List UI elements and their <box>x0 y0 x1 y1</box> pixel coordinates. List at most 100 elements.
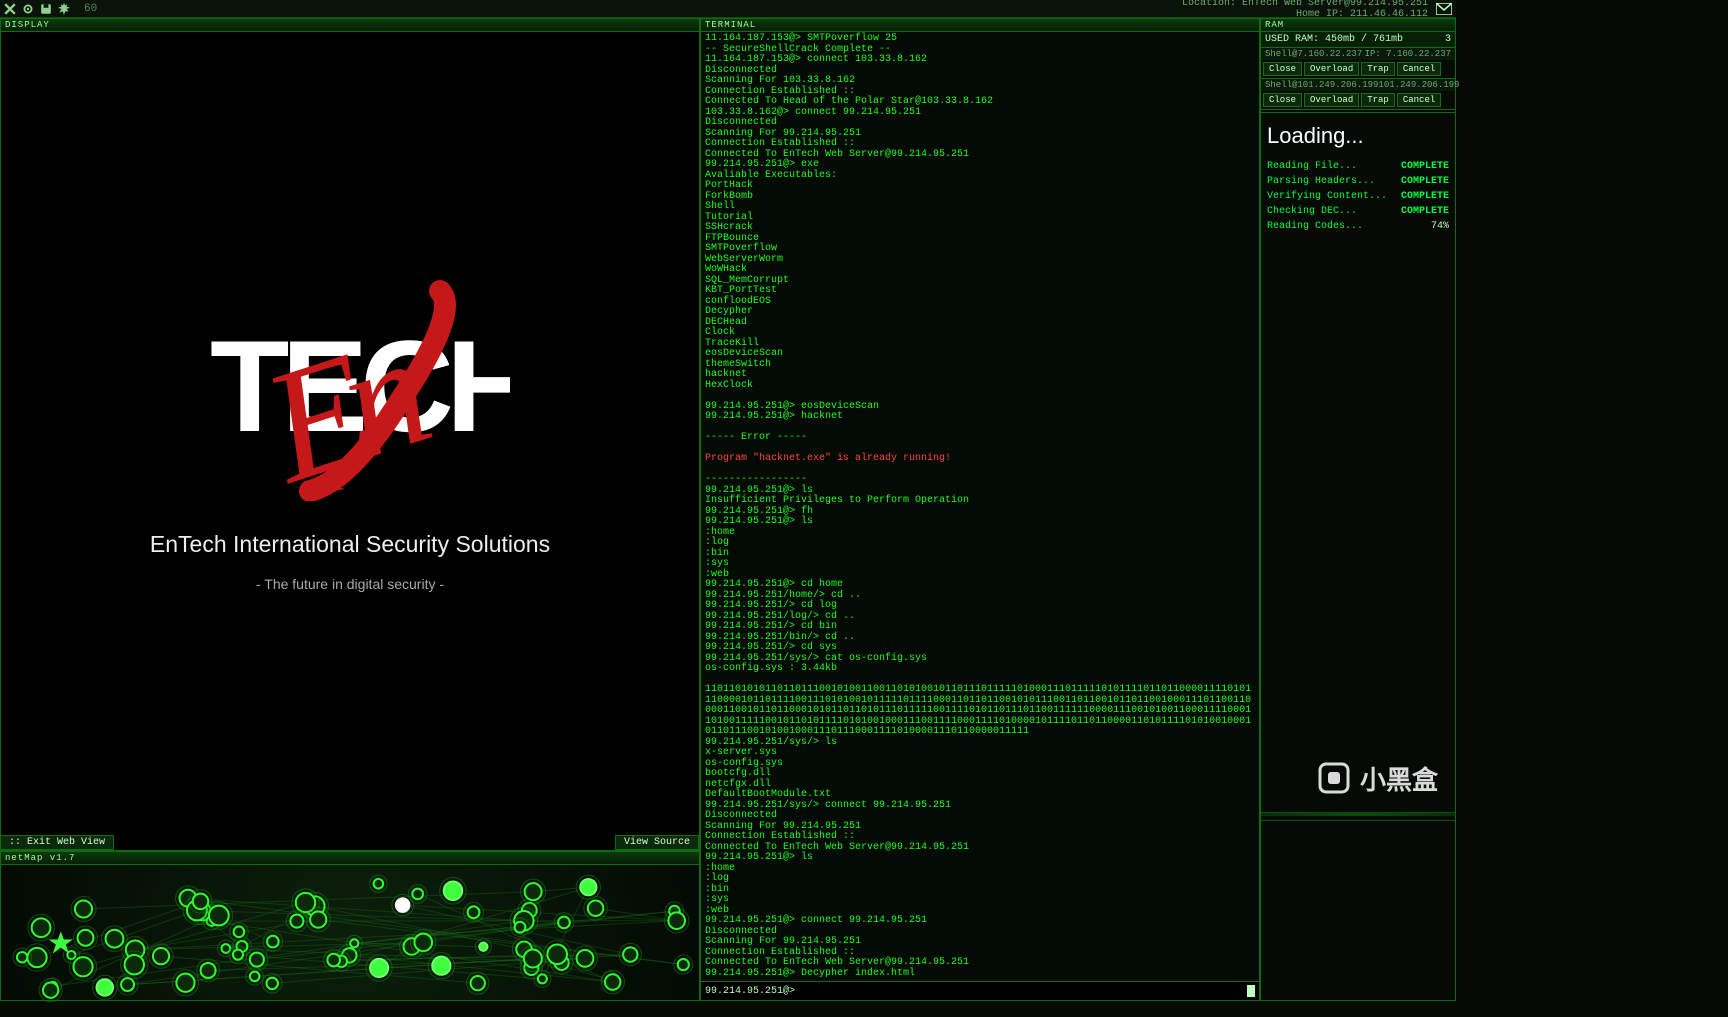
network-node[interactable] <box>67 951 75 959</box>
network-node[interactable] <box>27 948 46 967</box>
network-node[interactable] <box>370 959 388 977</box>
terminal-line: bootcfg.dll <box>705 769 1255 780</box>
network-node[interactable] <box>201 963 216 978</box>
gear-icon-2[interactable] <box>58 3 70 15</box>
terminal-line: Shell <box>705 202 1255 213</box>
terminal-line: SSHcrack <box>705 223 1255 234</box>
network-node[interactable] <box>515 922 526 933</box>
terminal-line: ----------------- <box>705 475 1255 486</box>
network-node[interactable] <box>106 930 124 948</box>
terminal-line: WoWHack <box>705 265 1255 276</box>
network-node[interactable] <box>17 952 27 962</box>
network-node[interactable] <box>125 955 144 974</box>
terminal-input-row[interactable]: 99.214.95.251@> <box>701 981 1259 1000</box>
terminal-line: DefaultBootModule.txt <box>705 790 1255 801</box>
ram-used-label: USED RAM: 450mb / 761mb <box>1265 34 1403 45</box>
network-node[interactable] <box>43 983 58 998</box>
network-node[interactable] <box>310 911 326 927</box>
network-node[interactable] <box>78 930 94 946</box>
network-node[interactable] <box>176 974 194 992</box>
shell-cancel-button[interactable]: Cancel <box>1397 62 1441 76</box>
terminal-line: :log <box>705 538 1255 549</box>
network-node[interactable] <box>538 974 547 983</box>
network-node[interactable] <box>32 918 51 937</box>
terminal-input[interactable] <box>799 986 1247 997</box>
terminal-output: 11.164.187.153@> SMTPoverflow 25-- Secur… <box>701 32 1259 981</box>
shell-trap-button[interactable]: Trap <box>1361 62 1395 76</box>
network-node[interactable] <box>678 959 689 970</box>
shell-trap-button[interactable]: Trap <box>1361 93 1395 107</box>
terminal-line: 103.33.8.162@> connect 99.214.95.251 <box>705 108 1255 119</box>
network-node[interactable] <box>412 889 423 900</box>
network-node[interactable] <box>525 883 542 900</box>
netmap-panel[interactable]: netMap v1.7 <box>0 851 700 1001</box>
network-node[interactable] <box>577 950 594 967</box>
network-node[interactable] <box>266 978 277 989</box>
network-node[interactable] <box>267 936 279 948</box>
network-node[interactable] <box>75 900 92 917</box>
terminal-line: Connected To EnTech Web Server@99.214.95… <box>705 958 1255 969</box>
netmap-graph[interactable] <box>1 865 699 1013</box>
network-node[interactable] <box>121 978 134 991</box>
mail-icon[interactable] <box>1436 3 1452 15</box>
network-node[interactable] <box>414 934 432 952</box>
network-node[interactable] <box>668 912 685 929</box>
shell-cancel-button[interactable]: Cancel <box>1397 93 1441 107</box>
ram-panel: RAM USED RAM: 450mb / 761mb 3 Shell@7.16… <box>1260 18 1456 1001</box>
ram-title: RAM <box>1261 19 1455 32</box>
exit-web-view-button[interactable]: :: Exit Web View <box>1 835 114 850</box>
close-icon[interactable] <box>4 3 16 15</box>
network-node[interactable] <box>374 879 384 889</box>
shell-close-button[interactable]: Close <box>1263 62 1302 76</box>
network-node[interactable] <box>250 953 264 967</box>
network-node[interactable] <box>623 947 637 961</box>
terminal-title: TERMINAL <box>701 19 1259 32</box>
network-node[interactable] <box>250 972 260 982</box>
network-node[interactable] <box>580 879 596 895</box>
loading-title: Loading... <box>1267 123 1449 149</box>
terminal-line: eosDeviceScan <box>705 349 1255 360</box>
loading-row: Parsing Headers...COMPLETE <box>1267 174 1449 189</box>
terminal-line: DECHead <box>705 318 1255 329</box>
network-node[interactable] <box>350 939 358 947</box>
terminal-line: ----- Error ----- <box>705 433 1255 444</box>
network-node[interactable] <box>444 881 462 899</box>
loading-row-status: 74% <box>1431 221 1449 232</box>
view-source-button[interactable]: View Source <box>615 835 699 850</box>
network-node[interactable] <box>327 954 340 967</box>
network-node[interactable] <box>468 906 480 918</box>
shell-close-button[interactable]: Close <box>1263 93 1302 107</box>
network-node[interactable] <box>524 949 542 967</box>
network-node[interactable] <box>479 943 487 951</box>
terminal-line: Clock <box>705 328 1255 339</box>
shell-overload-button[interactable]: Overload <box>1304 62 1359 76</box>
network-node[interactable] <box>558 917 570 929</box>
network-node[interactable] <box>588 901 603 916</box>
ram-empty-slot <box>1261 820 1455 1000</box>
terminal-line: SMTPoverflow <box>705 244 1255 255</box>
terminal-line: 99.214.95.251@> exe <box>705 160 1255 171</box>
network-node[interactable] <box>209 906 229 926</box>
network-node[interactable] <box>547 944 567 964</box>
shell-label: Shell@101.249.206.199 <box>1265 80 1378 90</box>
loading-row-label: Reading Codes... <box>1267 221 1363 232</box>
terminal-line: 1101101010110110111001010011001101010010… <box>705 685 1255 738</box>
network-node[interactable] <box>233 950 243 960</box>
shell-overload-button[interactable]: Overload <box>1304 93 1359 107</box>
network-node[interactable] <box>396 898 410 912</box>
terminal-line: TraceKill <box>705 339 1255 350</box>
network-node[interactable] <box>471 976 485 990</box>
save-icon[interactable] <box>40 3 52 15</box>
network-node[interactable] <box>73 957 92 976</box>
network-node[interactable] <box>605 974 620 989</box>
network-node[interactable] <box>290 915 303 928</box>
network-node[interactable] <box>221 944 230 953</box>
gear-icon[interactable] <box>22 3 34 15</box>
network-node[interactable] <box>193 894 209 910</box>
network-node[interactable] <box>234 927 245 938</box>
network-node[interactable] <box>153 948 169 964</box>
network-node[interactable] <box>432 957 450 975</box>
terminal-line: 99.214.95.251@> ls <box>705 853 1255 864</box>
network-node[interactable] <box>97 979 114 996</box>
terminal-line: Decypher <box>705 307 1255 318</box>
